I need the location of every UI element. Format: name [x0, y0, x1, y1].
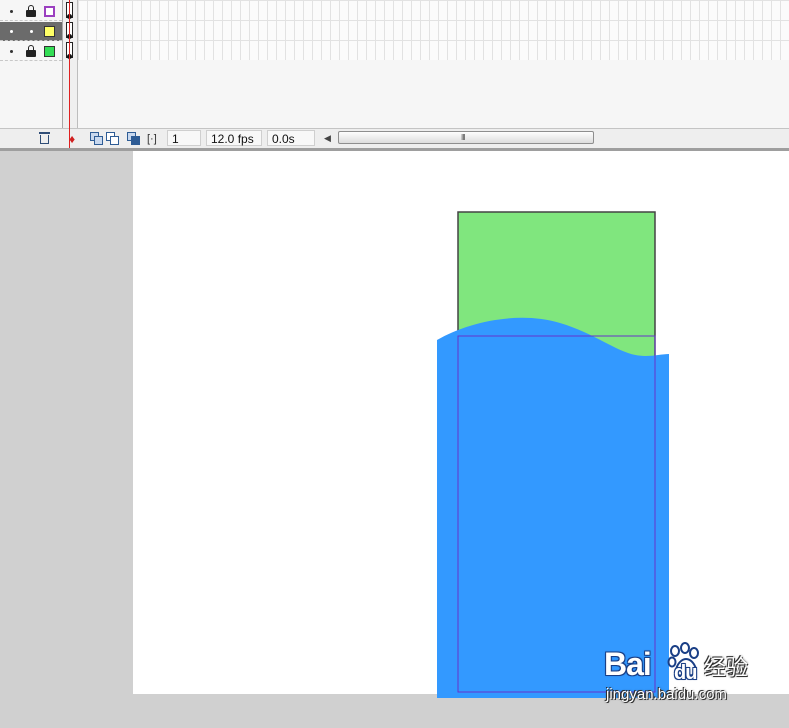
modify-markers-icon[interactable]: [·]	[147, 132, 157, 146]
playhead[interactable]	[69, 0, 70, 150]
layer-list	[0, 0, 63, 128]
layer-color-swatch[interactable]	[44, 46, 55, 57]
layer-color-swatch[interactable]	[44, 26, 55, 37]
watermark-logo-text-2: du	[674, 662, 697, 684]
timeline-scrollbar[interactable]: III	[338, 131, 594, 144]
visibility-dot-icon[interactable]	[10, 30, 13, 33]
onion-skin-icon[interactable]	[90, 132, 103, 145]
timeline-status-bar: ♦ [·] 1 12.0 fps 0.0s ◀ III	[0, 128, 789, 148]
scroll-left-arrow-icon[interactable]: ◀	[324, 133, 331, 144]
visibility-dot-icon[interactable]	[10, 50, 13, 53]
layer-row-2[interactable]	[0, 22, 62, 41]
layer-row-3[interactable]	[0, 42, 62, 61]
frames-empty-area	[78, 60, 789, 128]
edit-multiple-frames-icon[interactable]	[127, 132, 140, 145]
blue-wave-shape[interactable]	[437, 317, 669, 698]
watermark-url: jingyan.baidu.com	[606, 686, 727, 703]
lock-icon[interactable]	[26, 5, 36, 18]
layer-color-swatch[interactable]	[44, 6, 55, 17]
baidu-watermark: Bai du 经验 jingyan.baidu.com	[604, 642, 784, 712]
current-frame-field[interactable]: 1	[167, 130, 201, 146]
elapsed-time-field: 0.0s	[267, 130, 315, 146]
lock-dot-icon[interactable]	[30, 30, 33, 33]
frames-grid[interactable]	[78, 0, 789, 60]
scroll-grip[interactable]: III	[461, 133, 466, 142]
keyframe-gutter	[63, 0, 78, 128]
visibility-dot-icon[interactable]	[10, 10, 13, 13]
frame-rate-field[interactable]: 12.0 fps	[206, 130, 262, 146]
lock-icon[interactable]	[26, 45, 36, 58]
delete-layer-icon[interactable]	[39, 132, 50, 144]
timeline-panel: ♦ [·] 1 12.0 fps 0.0s ◀ III	[0, 0, 789, 151]
onion-skin-outlines-icon[interactable]	[106, 132, 119, 145]
watermark-logo-text: Bai	[604, 646, 652, 682]
layer-row-1[interactable]	[0, 2, 62, 21]
watermark-chinese-text: 经验	[704, 655, 749, 680]
